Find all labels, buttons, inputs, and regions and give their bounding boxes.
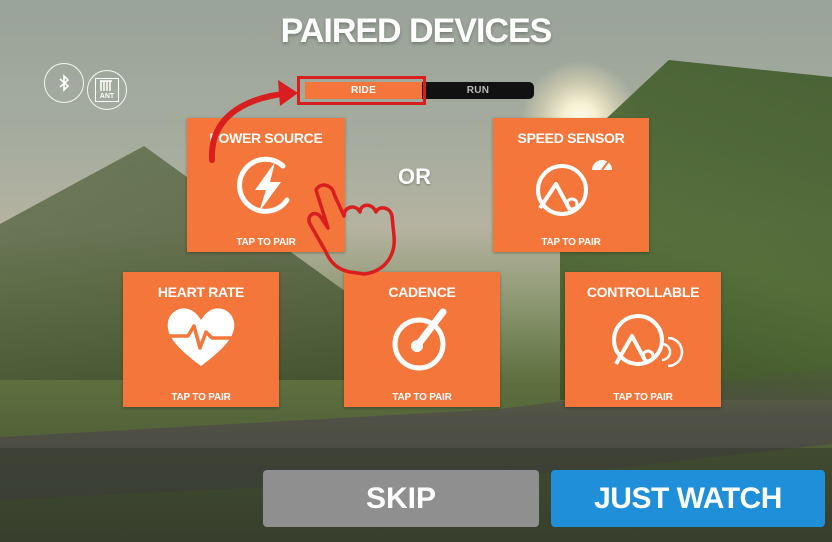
cadence-tap: TAP TO PAIR: [392, 392, 452, 403]
page-title: PAIRED DEVICES: [280, 12, 553, 50]
tab-run[interactable]: RUN: [422, 82, 534, 99]
cadence-icon: [387, 306, 457, 376]
just-watch-button[interactable]: JUST WATCH: [551, 470, 825, 527]
heart-rate-card[interactable]: HEART RATE TAP TO PAIR: [123, 272, 279, 407]
tab-highlight-box: [297, 76, 426, 105]
skip-button[interactable]: SKIP: [263, 470, 539, 527]
ant-icon: ANT: [87, 70, 127, 110]
cadence-label: CADENCE: [388, 284, 456, 300]
heart-rate-tap: TAP TO PAIR: [171, 392, 231, 403]
bluetooth-icon: [44, 63, 84, 103]
controllable-tap: TAP TO PAIR: [613, 392, 673, 403]
speed-sensor-label: SPEED SENSOR: [517, 130, 625, 146]
speed-sensor-tap: TAP TO PAIR: [541, 237, 601, 248]
power-source-card[interactable]: POWER SOURCE TAP TO PAIR: [187, 118, 345, 252]
speed-sensor-card[interactable]: SPEED SENSOR TAP TO PAIR: [493, 118, 649, 252]
cadence-card[interactable]: CADENCE TAP TO PAIR: [344, 272, 500, 407]
ant-label: ANT: [99, 93, 115, 100]
bluetooth-glyph: [59, 74, 70, 92]
heart-rate-label: HEART RATE: [157, 284, 245, 300]
ant-glyph: ANT: [95, 78, 119, 102]
heart-rate-icon: [164, 304, 238, 374]
power-source-tap: TAP TO PAIR: [236, 237, 296, 248]
controllable-label: CONTROLLABLE: [586, 284, 700, 300]
speed-sensor-icon: [526, 150, 616, 224]
or-divider: OR: [398, 164, 431, 189]
power-source-label: POWER SOURCE: [209, 130, 323, 146]
controllable-card[interactable]: CONTROLLABLE TAP TO PAIR: [565, 272, 721, 407]
lightning-icon: [233, 154, 299, 224]
controllable-trainer-icon: [598, 304, 688, 378]
